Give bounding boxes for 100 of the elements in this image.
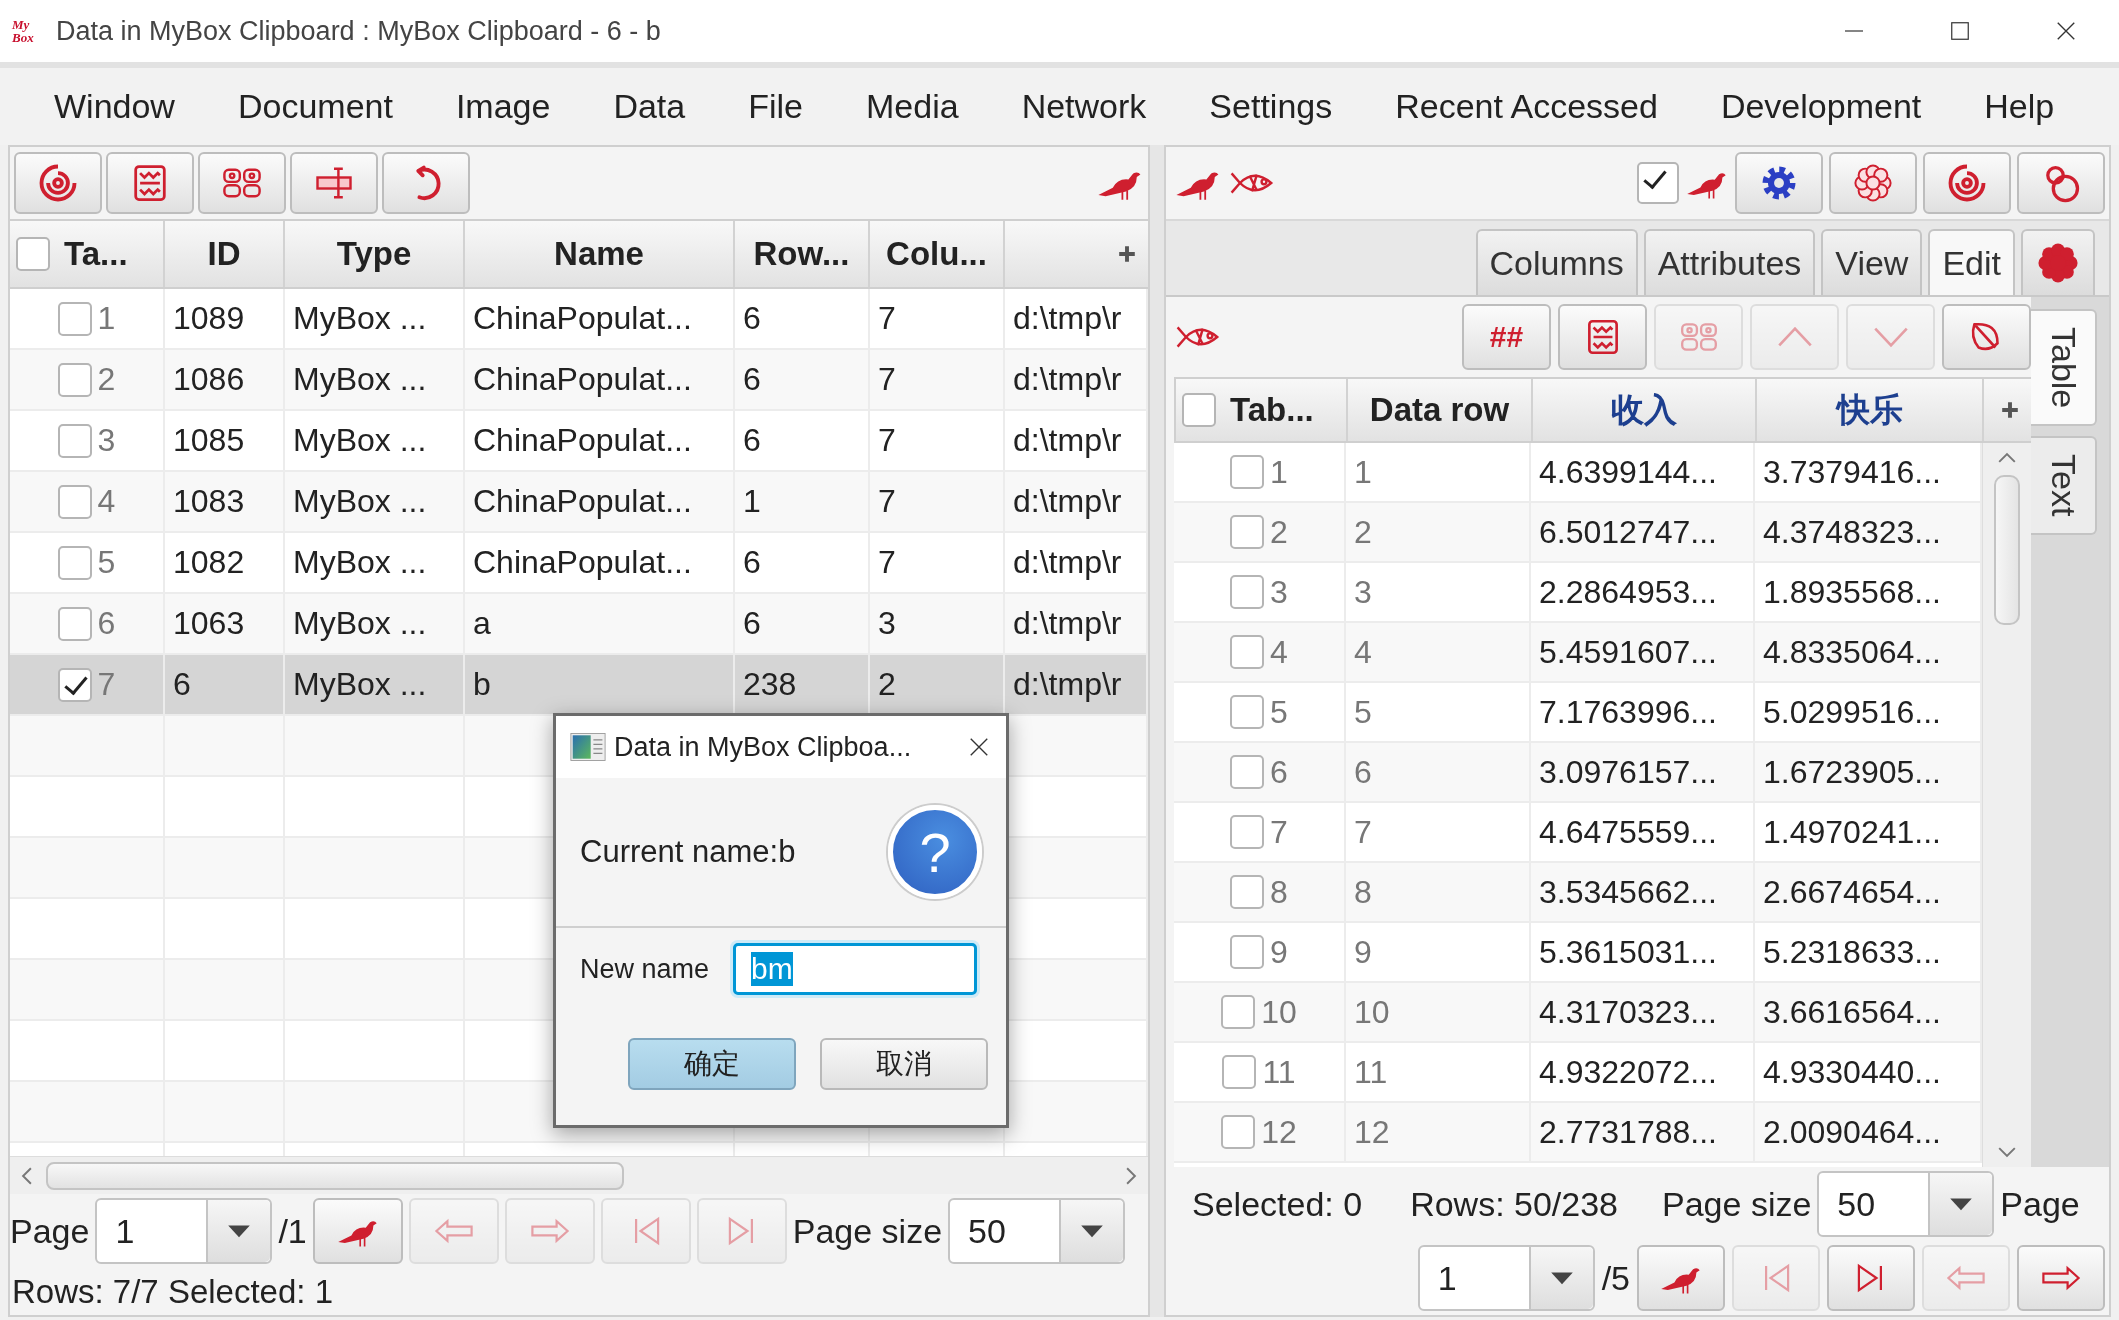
column-header[interactable]: Data row [1348, 379, 1533, 441]
row-checkbox[interactable] [57, 667, 92, 702]
table-row[interactable]: 4 1083 MyBox ... ChinaPopulat... 1 7 d:\tmp\r [10, 472, 1148, 533]
row-checkbox[interactable] [1221, 1115, 1256, 1149]
tab[interactable] [2021, 229, 2095, 295]
table-row[interactable]: 5 5 7.1763996... 5.0299516... [1174, 683, 1982, 743]
row-checkbox[interactable] [1230, 815, 1265, 849]
tab[interactable]: Attributes [1643, 229, 1816, 295]
row-checkbox[interactable] [1222, 1055, 1257, 1089]
row-checkbox[interactable] [1230, 635, 1265, 669]
row-number: 7 [1270, 813, 1288, 851]
column-header[interactable]: Name [465, 221, 735, 287]
row-checkbox[interactable] [57, 545, 92, 580]
column-header[interactable]: Tab... [1230, 391, 1314, 429]
table-row[interactable]: 6 1063 MyBox ... a 6 3 d:\tmp\r [10, 594, 1148, 655]
table-row[interactable]: 7 7 4.6475559... 1.4970241... [1174, 803, 1982, 863]
tab[interactable]: View [1821, 229, 1923, 295]
side-tab[interactable]: Text [2031, 436, 2097, 535]
column-header[interactable]: Ta... [64, 235, 128, 273]
cancel-button[interactable]: 取消 [820, 1038, 988, 1090]
menu-item[interactable]: Settings [1209, 87, 1333, 126]
table-row[interactable]: 11 11 4.9322072... 4.9330440... [1174, 1043, 1982, 1103]
table-row[interactable]: 9 9 5.3615031... 5.2318633... [1174, 923, 1982, 983]
row-checkbox[interactable] [1230, 875, 1265, 909]
menu-item[interactable]: Development [1720, 87, 1922, 126]
table-row[interactable]: 2 1086 MyBox ... ChinaPopulat... 6 7 d:\tmp\r [10, 350, 1148, 411]
go-button[interactable] [312, 1198, 403, 1264]
side-tab[interactable]: Table [2031, 309, 2097, 427]
column-header[interactable]: 收入 [1533, 379, 1757, 441]
table-row[interactable]: 1 1 4.6399144... 3.7379416... [1174, 443, 1982, 503]
menu-item[interactable]: Image [455, 87, 551, 126]
column-header[interactable]: Row... [735, 221, 870, 287]
menu-item[interactable]: Document [237, 87, 393, 126]
ok-button[interactable]: 确定 [628, 1038, 796, 1090]
row-checkbox[interactable] [1221, 995, 1256, 1029]
table-row[interactable]: 2 2 6.5012747... 4.3748323... [1174, 503, 1982, 563]
menu-item[interactable]: Window [54, 87, 175, 126]
tab[interactable]: Columns [1475, 229, 1638, 295]
toolbar-button[interactable] [1829, 152, 1917, 214]
toolbar-button[interactable] [14, 152, 102, 214]
page-select[interactable]: 1 [1417, 1245, 1595, 1311]
dialog-title: Data in MyBox Clipboa... [614, 731, 912, 763]
scrollbar-thumb[interactable] [46, 1161, 624, 1190]
row-checkbox[interactable] [1230, 935, 1265, 969]
select-all-checkbox[interactable] [1182, 393, 1216, 427]
row-checkbox[interactable] [57, 606, 92, 641]
toolbar-button[interactable] [2017, 152, 2105, 214]
vertical-scrollbar[interactable] [1982, 443, 2031, 1167]
toolbar-button[interactable] [106, 152, 194, 214]
row-checkbox[interactable] [57, 301, 92, 336]
go-button[interactable] [1637, 1245, 1725, 1311]
table-row[interactable]: 5 1082 MyBox ... ChinaPopulat... 6 7 d:\tmp\r [10, 533, 1148, 594]
toolbar-checkbox[interactable] [1637, 162, 1679, 204]
menu-item[interactable]: File [748, 87, 804, 126]
page-size-select[interactable]: 50 [948, 1198, 1126, 1264]
row-checkbox[interactable] [57, 423, 92, 458]
select-all-checkbox[interactable] [16, 237, 50, 271]
toolbar-button[interactable] [198, 152, 286, 214]
table-row[interactable]: 6 6 3.0976157... 1.6723905... [1174, 743, 1982, 803]
row-checkbox[interactable] [1230, 695, 1265, 729]
column-header[interactable]: Type [285, 221, 465, 287]
table-row[interactable]: 10 10 4.3170323... 3.6616564... [1174, 983, 1982, 1043]
page-size-select[interactable]: 50 [1817, 1171, 1995, 1237]
last-page-button[interactable] [1827, 1245, 1915, 1311]
scrollbar-thumb[interactable] [1994, 475, 2020, 625]
row-checkbox[interactable] [1230, 515, 1265, 549]
table-row[interactable]: 1 1089 MyBox ... ChinaPopulat... 6 7 d:\tmp\r [10, 289, 1148, 350]
toolbar-button[interactable] [1735, 152, 1823, 214]
tab[interactable]: Edit [1928, 229, 2015, 295]
table-row[interactable]: 3 3 2.2864953... 1.8935568... [1174, 563, 1982, 623]
row-checkbox[interactable] [57, 362, 92, 397]
menu-item[interactable]: Media [866, 87, 959, 126]
row-checkbox[interactable] [57, 484, 92, 519]
row-checkbox[interactable] [1230, 575, 1265, 609]
column-header[interactable]: Colu... [870, 221, 1005, 287]
row-checkbox[interactable] [1230, 455, 1265, 489]
row-number: 1 [1270, 453, 1288, 491]
page-select[interactable]: 1 [95, 1198, 273, 1264]
menu-item[interactable]: Recent Accessed [1395, 87, 1658, 126]
table-row[interactable]: 7 6 MyBox ... b 238 2 d:\tmp\r [10, 655, 1148, 716]
menu-item[interactable]: Data [613, 87, 686, 126]
horizontal-scrollbar[interactable] [10, 1156, 1148, 1194]
row-checkbox[interactable] [1230, 755, 1265, 789]
menu-item[interactable]: Help [1984, 87, 2055, 126]
toolbar-button[interactable] [1558, 304, 1647, 370]
row-number: 5 [1270, 693, 1288, 731]
toolbar-button[interactable] [1942, 304, 2031, 370]
table-row[interactable]: 4 4 5.4591607... 4.8335064... [1174, 623, 1982, 683]
next-button[interactable] [2017, 1245, 2105, 1311]
toolbar-button[interactable] [290, 152, 378, 214]
row-number: 3 [97, 422, 116, 459]
table-row[interactable]: 12 12 2.7731788... 2.0090464... [1174, 1103, 1982, 1163]
table-row[interactable]: 8 8 3.5345662... 2.6674654... [1174, 863, 1982, 923]
toolbar-button[interactable]: ## [1462, 304, 1551, 370]
column-header[interactable]: ID [165, 221, 285, 287]
toolbar-button[interactable] [382, 152, 470, 214]
menu-item[interactable]: Network [1021, 87, 1147, 126]
column-header[interactable]: 快乐 [1757, 379, 1984, 441]
toolbar-button[interactable] [1923, 152, 2011, 214]
table-row[interactable]: 3 1085 MyBox ... ChinaPopulat... 6 7 d:\tmp\r [10, 411, 1148, 472]
